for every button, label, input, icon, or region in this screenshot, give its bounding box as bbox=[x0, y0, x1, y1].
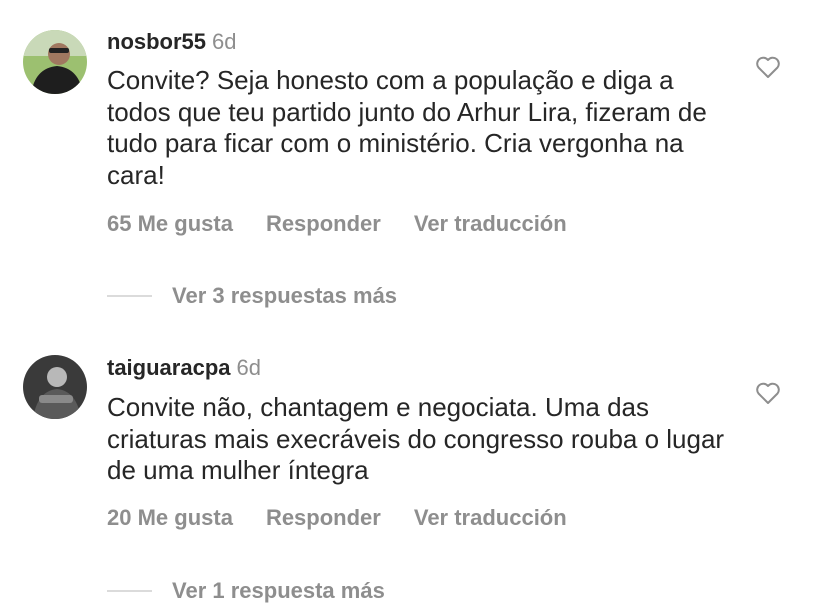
view-replies-button[interactable]: Ver 1 respuesta más bbox=[107, 578, 385, 604]
view-replies-label: Ver 1 respuesta más bbox=[172, 578, 385, 603]
reply-button[interactable]: Responder bbox=[266, 505, 381, 531]
translate-button[interactable]: Ver traducción bbox=[414, 505, 567, 531]
avatar[interactable] bbox=[23, 355, 87, 419]
user-photo-icon bbox=[23, 355, 87, 419]
divider bbox=[107, 590, 152, 592]
username[interactable]: taiguaracpa bbox=[107, 355, 231, 380]
likes-count[interactable]: 20 Me gusta bbox=[107, 505, 233, 531]
heart-outline-icon[interactable] bbox=[755, 381, 781, 405]
comment-item: taiguaracpa 6d Convite não, chantagem e n… bbox=[0, 0, 828, 614]
comment-timestamp: 6d bbox=[236, 355, 261, 380]
comment-text: Convite não, chantagem e negociata. Uma … bbox=[107, 392, 725, 485]
